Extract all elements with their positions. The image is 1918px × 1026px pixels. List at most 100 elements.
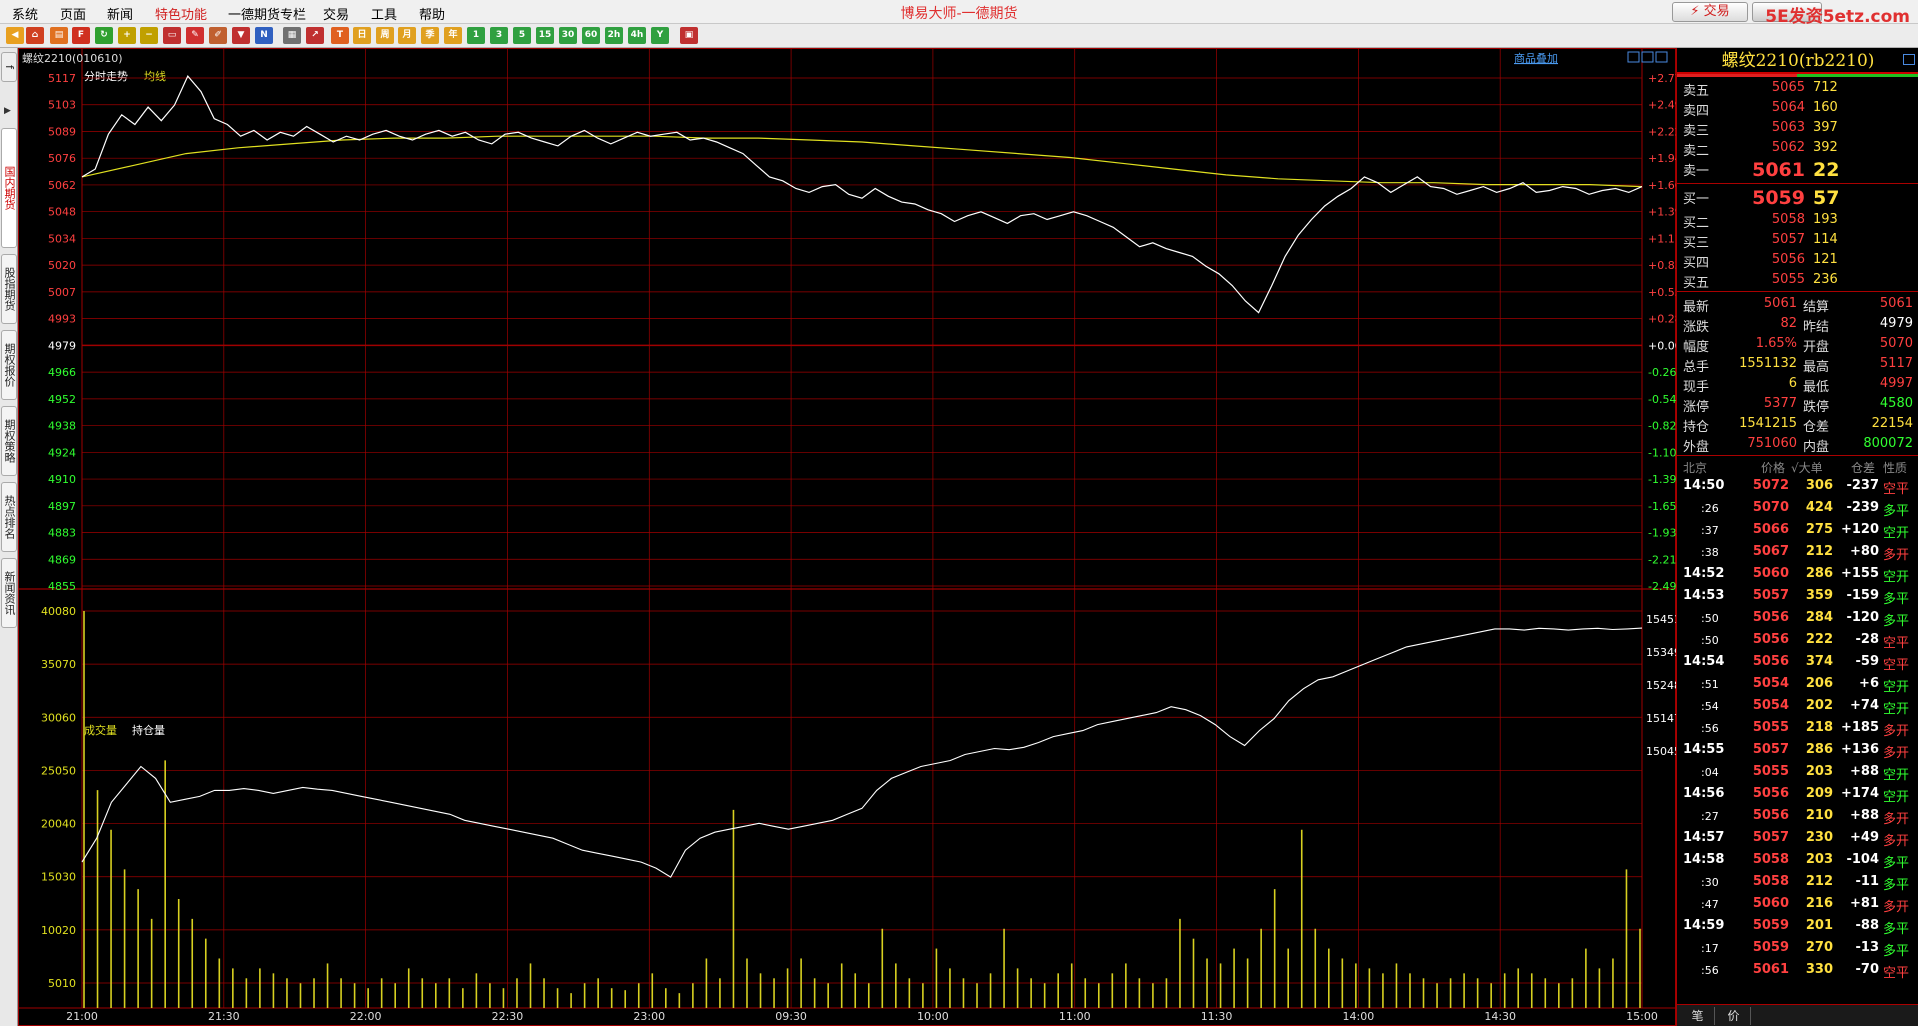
f10-icon[interactable]: F [72, 27, 90, 44]
day-period-icon[interactable]: 日 [353, 27, 371, 44]
sidebar-tab-options-strategy[interactable]: 期权策略 [1, 406, 17, 476]
overlay-link[interactable]: 商品叠加 [1514, 51, 1558, 65]
chart-close-icon[interactable] [1655, 51, 1668, 63]
volume-tick-label: 10020 [41, 924, 76, 937]
stat-label: 总手 [1683, 360, 1710, 375]
expand-icon[interactable] [1903, 54, 1915, 65]
menu-tools[interactable]: 工具 [371, 4, 397, 23]
tick-time: :26 [1701, 502, 1719, 515]
min3-icon[interactable]: 3 [490, 27, 508, 44]
sidebar-arrow-icon[interactable]: ▶ [4, 106, 11, 116]
tick-nature: 空平 [1883, 966, 1910, 981]
new-icon[interactable]: N [255, 27, 273, 44]
filter-icon[interactable]: ▼ [232, 27, 250, 44]
tick-nature: 空开 [1883, 570, 1910, 585]
tick-time: :54 [1701, 700, 1719, 713]
tick-oi-diff: -104 [1846, 852, 1879, 867]
chart-canvas[interactable]: 螺纹2210(010610) 商品叠加分时走势 均线成交量 持仓量 5117 +2.77%… [18, 48, 1676, 1026]
draw-pen-icon[interactable]: ✎ [186, 27, 204, 44]
symbol-label: 螺纹2210(010610) [22, 51, 123, 65]
sidebar-fx-icon[interactable]: fx [0, 52, 17, 82]
stat-value: 4580 [1879, 396, 1913, 411]
tick-row: 14:58 5058 203 -104 多平 [1677, 849, 1918, 871]
season-period-icon[interactable]: 季 [421, 27, 439, 44]
zoom-out-icon[interactable]: − [140, 27, 158, 44]
menu-page[interactable]: 页面 [60, 4, 86, 23]
legend-volume: 成交量 [84, 723, 117, 737]
sidebar-tab-domestic-futures[interactable]: 国内期货 [1, 128, 17, 248]
window-icon[interactable]: ▭ [163, 27, 181, 44]
week-period-icon[interactable]: 周 [376, 27, 394, 44]
sidebar-tab-index-futures[interactable]: 股指期货 [1, 254, 17, 324]
back-arrow-icon[interactable]: ◀ [6, 27, 24, 44]
tick-price: 5070 [1752, 500, 1789, 515]
ticks-divider [1677, 455, 1918, 456]
tick-volume: 210 [1805, 808, 1833, 823]
year-period-icon[interactable]: 年 [444, 27, 462, 44]
min5-icon[interactable]: 5 [513, 27, 531, 44]
tick-oi-diff: +88 [1850, 808, 1879, 823]
bid-ratio-bar [1797, 74, 1918, 77]
tick-time: 14:50 [1683, 478, 1725, 493]
tick-icon[interactable]: T [331, 27, 349, 44]
bid-price: 5056 [1771, 252, 1805, 267]
min60-icon[interactable]: 60 [582, 27, 600, 44]
time-tick-label: 14:30 [1484, 1010, 1516, 1023]
intraday-chart-icon[interactable]: ↗ [306, 27, 324, 44]
ask-volume: 22 [1813, 159, 1840, 181]
contract-title: 螺纹2210(rb2210) [1677, 48, 1918, 74]
pct-tick-label: +1.11% [1648, 232, 1676, 245]
hour2-icon[interactable]: 2h [605, 27, 623, 44]
min15-icon[interactable]: 15 [536, 27, 554, 44]
panel-bottom-tabs: 笔 价 [1677, 1004, 1918, 1026]
table-icon[interactable]: ▦ [283, 27, 301, 44]
paint-icon[interactable]: ✐ [209, 27, 227, 44]
time-tick-label: 22:30 [492, 1010, 524, 1023]
tick-time: :50 [1701, 612, 1719, 625]
chart-max-icon[interactable] [1641, 51, 1654, 63]
intraday-chart[interactable]: 螺纹2210(010610) 商品叠加分时走势 均线成交量 持仓量 5117 +2.77%… [18, 48, 1676, 1026]
min1-icon[interactable]: 1 [467, 27, 485, 44]
menu-features[interactable]: 特色功能 [155, 4, 207, 23]
contract-name: 螺纹2210(rb2210) [1721, 51, 1875, 71]
sidebar-tab-options-quote[interactable]: 期权报价 [1, 330, 17, 400]
tick-time: :50 [1701, 634, 1719, 647]
menu-help[interactable]: 帮助 [419, 4, 445, 23]
zoom-in-icon[interactable]: + [118, 27, 136, 44]
tick-nature: 多开 [1883, 548, 1910, 563]
min30-icon[interactable]: 30 [559, 27, 577, 44]
tick-volume: 275 [1805, 522, 1833, 537]
chart-restore-icon[interactable] [1627, 51, 1640, 63]
tab-price[interactable]: 价 [1717, 1007, 1751, 1025]
price-tick-label: 5076 [48, 152, 76, 165]
book-icon[interactable]: ▤ [50, 27, 68, 44]
menu-trade[interactable]: 交易 [323, 4, 349, 23]
calculator-icon[interactable]: ▣ [680, 27, 698, 44]
trade-button[interactable]: ⚡ 交易 [1672, 2, 1748, 22]
stat-value: 5061 [1879, 296, 1913, 311]
menu-column[interactable]: 一德期货专栏 [228, 4, 306, 23]
year-bar-icon[interactable]: Y [651, 27, 669, 44]
tick-header-diff: 仓差 [1851, 461, 1876, 475]
legend-average: 均线 [144, 69, 166, 83]
month-period-icon[interactable]: 月 [398, 27, 416, 44]
sidebar-tab-hot-rank[interactable]: 热点排名 [1, 482, 17, 552]
ask-level-label: 卖五 [1683, 84, 1710, 99]
tick-price: 5060 [1752, 896, 1789, 911]
refresh-icon[interactable]: ↻ [95, 27, 113, 44]
tick-nature: 多平 [1883, 878, 1910, 893]
tab-ticks[interactable]: 笔 [1681, 1007, 1715, 1025]
tick-price: 5072 [1752, 478, 1789, 493]
menu-system[interactable]: 系统 [12, 4, 38, 23]
tick-time: :04 [1701, 766, 1719, 779]
menu-news[interactable]: 新闻 [107, 4, 133, 23]
tick-price: 5054 [1752, 676, 1789, 691]
tick-volume: 359 [1805, 588, 1833, 603]
tick-oi-diff: -237 [1846, 478, 1879, 493]
time-tick-label: 15:00 [1626, 1010, 1658, 1023]
price-tick-label: 5062 [48, 179, 76, 192]
tick-price: 5067 [1752, 544, 1789, 559]
home-icon[interactable]: ⌂ [26, 27, 44, 44]
sidebar-tab-news[interactable]: 新闻资讯 [1, 558, 17, 628]
hour4-icon[interactable]: 4h [628, 27, 646, 44]
